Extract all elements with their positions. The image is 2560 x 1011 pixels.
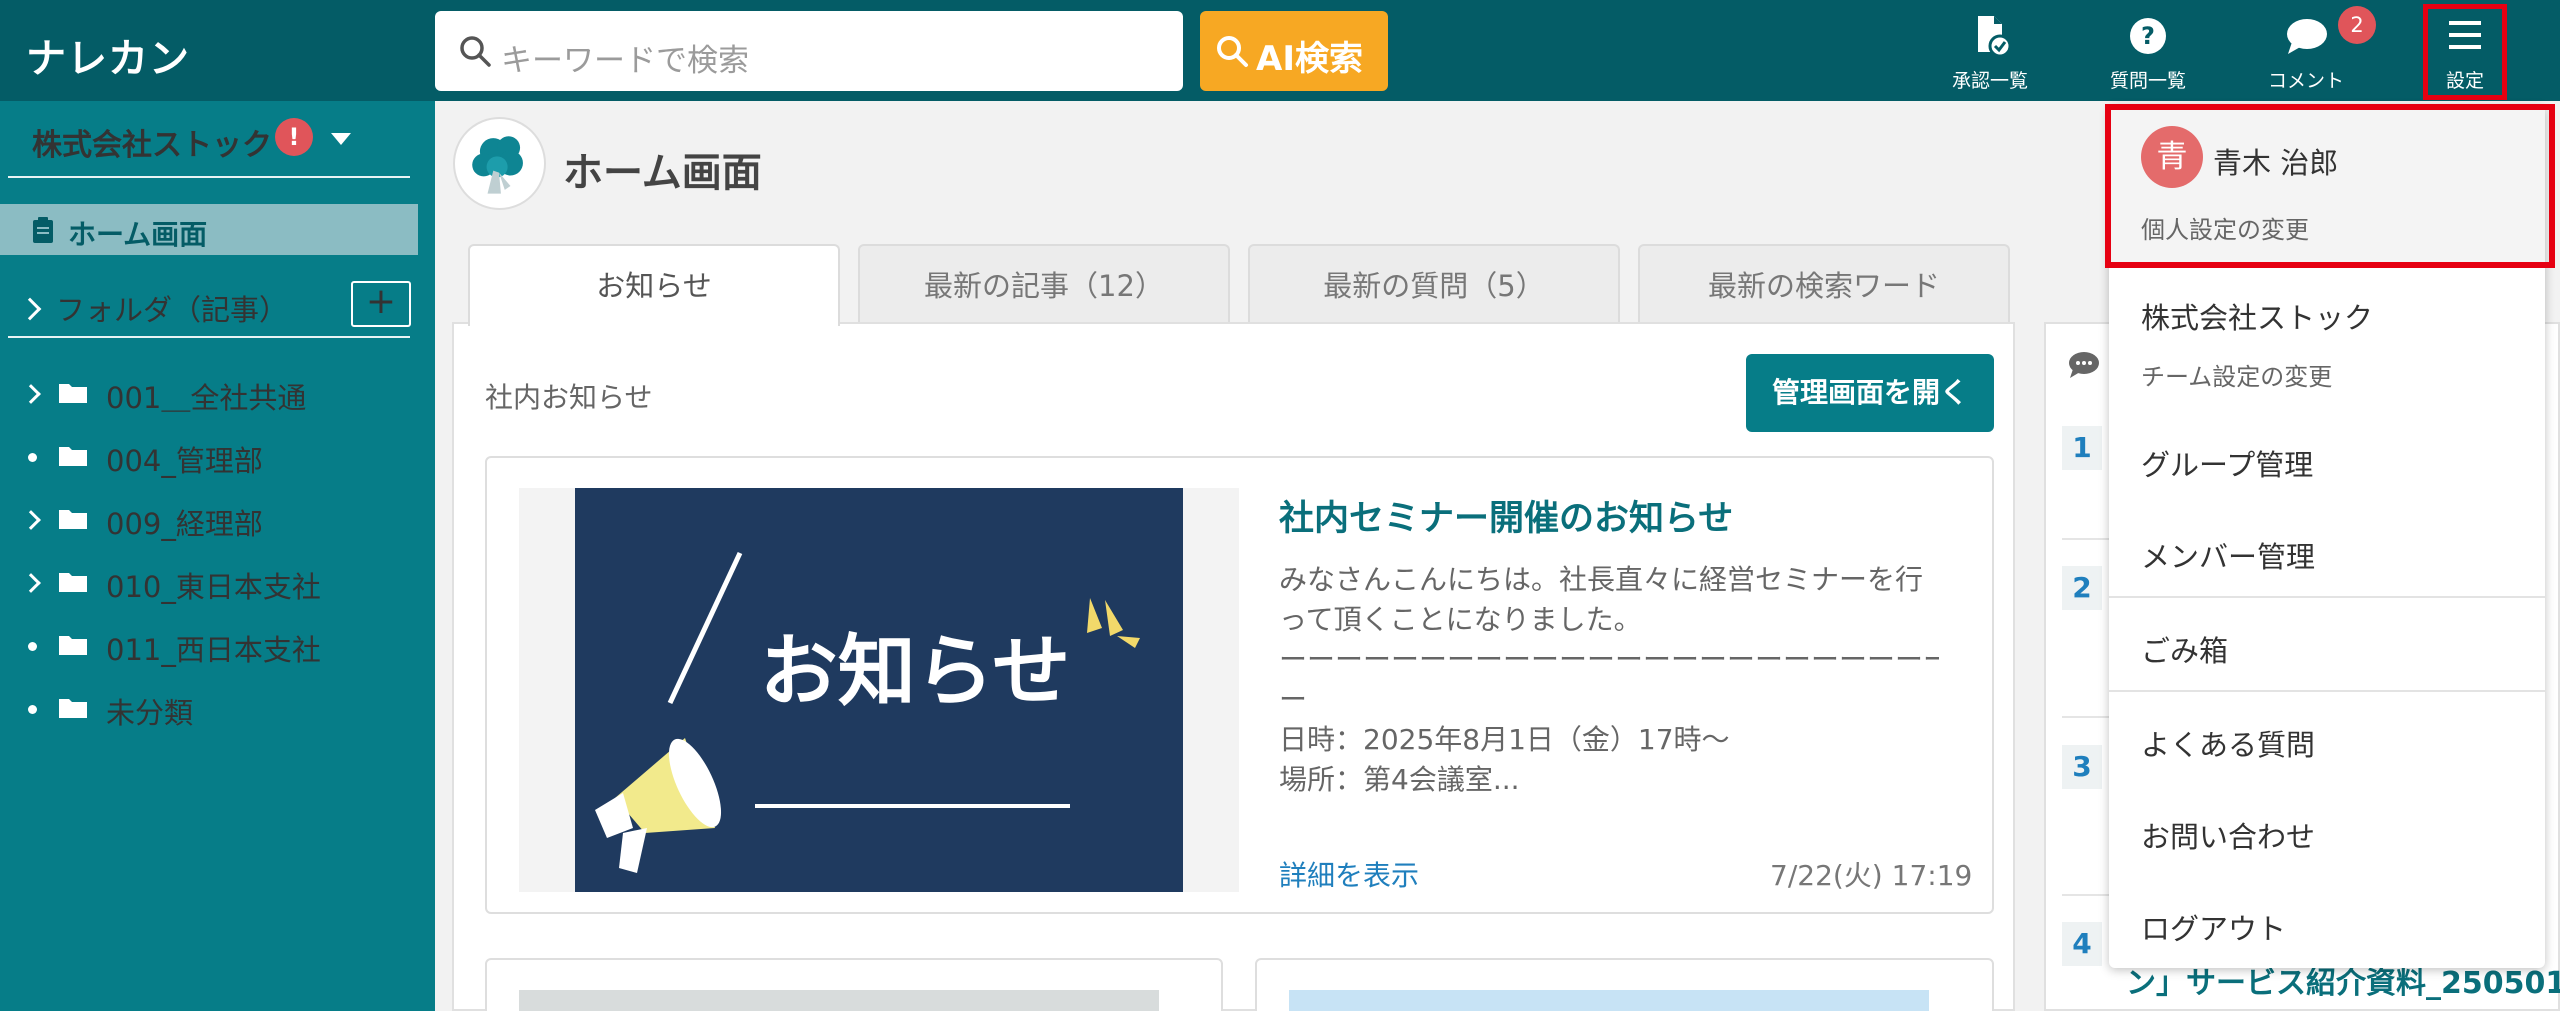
nav-questions-label: 質問一覧 [2109, 70, 2186, 92]
notice-title[interactable]: 社内セミナー開催のお知らせ [1279, 490, 1733, 541]
ai-search-label: AI検索 [1256, 39, 1363, 79]
menu-item-trash[interactable]: ごみ箱 [2141, 628, 2228, 670]
bullet-icon [28, 453, 37, 462]
company-alert-badge: ! [275, 118, 313, 156]
sidebar-item-home[interactable]: ホーム画面 [0, 204, 418, 255]
notice-thumbnail [519, 990, 1159, 1011]
page-title: ホーム画面 [563, 150, 762, 196]
folders-heading[interactable]: フォルダ（記事） [18, 287, 289, 329]
nav-questions[interactable]: ? 質問一覧 [2098, 0, 2198, 101]
chevron-right-icon[interactable] [21, 384, 41, 404]
tab-latest-articles[interactable]: 最新の記事（12） [858, 244, 1230, 324]
add-folder-button[interactable]: + [351, 281, 411, 327]
notice-thumbnail [1289, 990, 1929, 1011]
menu-item-contact[interactable]: お問い合わせ [2141, 814, 2315, 856]
search-placeholder: キーワードで検索 [501, 43, 749, 79]
notice-date: 7/22(火) 17:19 [1770, 859, 1973, 892]
sidebar-divider [8, 176, 410, 178]
ai-search-button[interactable]: AI検索 [1200, 11, 1388, 91]
menu-divider [2109, 690, 2545, 692]
bullet-icon [28, 705, 37, 714]
caret-down-icon[interactable] [331, 133, 351, 145]
menu-item-group-management[interactable]: グループ管理 [2141, 442, 2313, 484]
folder-label: 009_経理部 [106, 507, 263, 541]
profile-highlight-box [2105, 104, 2555, 268]
notice-body-line: って頂くことになりました。 [1279, 603, 1642, 636]
folder-label: 010_東日本支社 [106, 570, 321, 604]
open-admin-button[interactable]: 管理画面を開く [1746, 354, 1994, 432]
notice-body: みなさんこんにちは。社長直々に経営セミナーを行 って頂くことになりました。 ーー… [1279, 560, 1939, 800]
search-icon [1217, 36, 1248, 67]
approval-document-icon [1978, 16, 2012, 58]
notice-body-line: みなさんこんにちは。社長直々に経営セミナーを行 [1279, 563, 1924, 596]
bullet-icon [28, 642, 37, 651]
menu-divider [2109, 596, 2545, 598]
folder-label: 004_管理部 [106, 444, 263, 478]
folder-label: 001＿全社共通 [106, 381, 307, 415]
menu-item-member-management[interactable]: メンバー管理 [2141, 534, 2315, 576]
svg-text:?: ? [2141, 22, 2155, 50]
chevron-right-icon [18, 297, 42, 321]
team-name[interactable]: 株式会社ストック [2141, 295, 2373, 337]
sidebar-item-home-label: ホーム画面 [68, 218, 208, 251]
folder-icon [59, 699, 87, 718]
folder-icon [59, 573, 87, 592]
menu-item-faq[interactable]: よくある質問 [2141, 722, 2315, 764]
show-details-link[interactable]: 詳細を表示 [1279, 854, 1419, 894]
comment-bubble-icon [2069, 352, 2099, 378]
notice-card[interactable] [1255, 958, 1994, 1011]
rank-number: 4 [2062, 922, 2102, 966]
folder-item[interactable]: 010_東日本支社 [0, 559, 435, 609]
folder-item[interactable]: 011_西日本支社 [0, 622, 435, 672]
top-header: ナレカン キーワードで検索 AI検索 承認一覧 ? 質問一覧 コメント 2 設定 [0, 0, 2560, 101]
folder-label: 未分類 [106, 696, 194, 730]
notice-card[interactable] [485, 958, 1223, 1011]
comments-count-badge: 2 [2338, 6, 2376, 44]
notice-image-text: お知らせ [760, 627, 1070, 717]
tab-notices[interactable]: お知らせ [468, 244, 840, 326]
clipboard-icon [33, 217, 53, 243]
notice-body-line: 場所：第4会議室... [1279, 763, 1520, 796]
rank-number: 2 [2062, 566, 2102, 610]
team-settings-link[interactable]: チーム設定の変更 [2141, 357, 2332, 392]
folder-item[interactable]: 004_管理部 [0, 433, 435, 483]
search-input[interactable]: キーワードで検索 [435, 11, 1183, 91]
folder-icon [59, 447, 87, 466]
home-tree-icon [453, 117, 546, 210]
notice-body-line: ーーーーーーーーーーーーーーーーーーーーーーーー [1279, 643, 1939, 676]
nav-comments-label: コメント [2267, 70, 2344, 92]
menu-item-logout[interactable]: ログアウト [2141, 906, 2286, 948]
notice-image[interactable]: お知らせ [575, 488, 1183, 892]
folder-icon [59, 510, 87, 529]
search-icon [460, 36, 491, 67]
nav-approvals-label: 承認一覧 [1951, 70, 2028, 92]
folders-heading-label: フォルダ（記事） [56, 293, 289, 327]
chevron-right-icon[interactable] [21, 510, 41, 530]
folder-item[interactable]: 001＿全社共通 [0, 370, 435, 420]
rank-number: 3 [2062, 745, 2102, 789]
nav-approvals[interactable]: 承認一覧 [1940, 0, 2040, 101]
notice-body-line: ー [1279, 683, 1308, 716]
settings-highlight-box [2423, 4, 2507, 100]
folder-label: 011_西日本支社 [106, 633, 321, 667]
app-logo[interactable]: ナレカン [26, 26, 190, 84]
section-label: 社内お知らせ [485, 381, 653, 414]
rank-number: 1 [2062, 426, 2102, 470]
notice-body-line: 日時：2025年8月1日（金）17時〜 [1279, 723, 1730, 756]
folder-icon [59, 636, 87, 655]
question-circle-icon: ? [2130, 18, 2166, 54]
folder-item[interactable]: 009_経理部 [0, 496, 435, 546]
company-selector[interactable]: 株式会社ストック [32, 120, 272, 164]
tab-latest-search-words[interactable]: 最新の検索ワード [1638, 244, 2010, 324]
sidebar-divider [8, 336, 410, 338]
tab-latest-questions[interactable]: 最新の質問（5） [1248, 244, 1620, 324]
comment-bubble-icon [2287, 19, 2327, 54]
folder-item[interactable]: 未分類 [0, 685, 435, 735]
folder-icon [59, 384, 87, 403]
chevron-right-icon[interactable] [21, 573, 41, 593]
